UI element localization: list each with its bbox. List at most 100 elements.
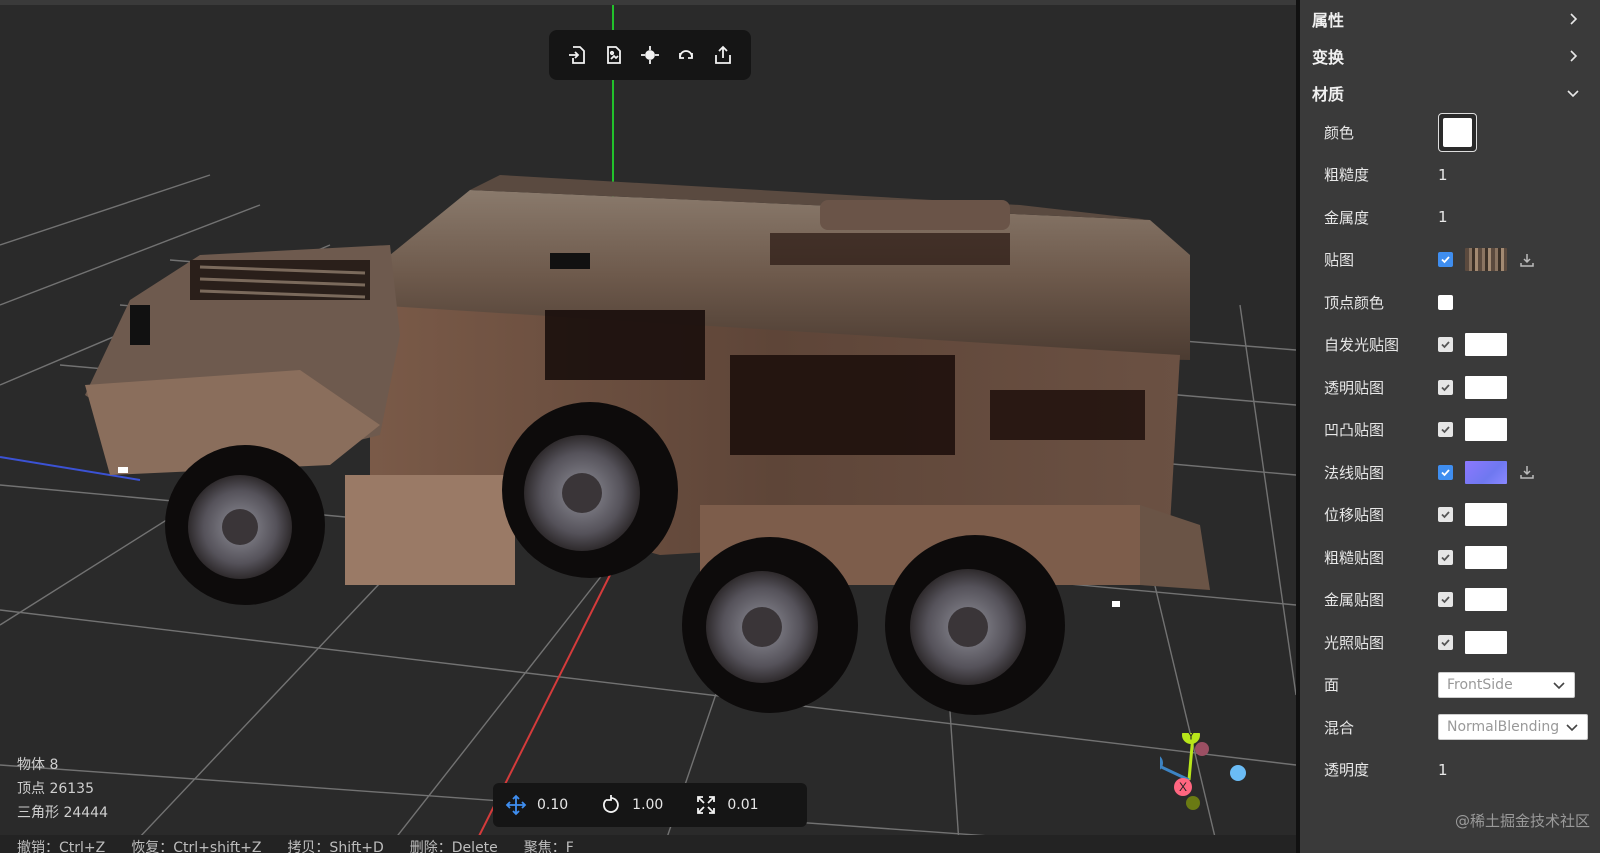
- shortcut-focus: 聚焦：F: [523, 839, 574, 853]
- rotate-snap-value[interactable]: 1.00: [632, 797, 663, 813]
- color-picker[interactable]: [1438, 112, 1477, 152]
- wheel-middle: [502, 402, 678, 578]
- chevron-down-icon: [1566, 724, 1578, 732]
- displacement-map-swatch[interactable]: [1465, 503, 1507, 527]
- export-image-icon[interactable]: [600, 41, 628, 69]
- normal-map-thumbnail[interactable]: [1465, 460, 1507, 484]
- rotate-icon[interactable]: [600, 794, 622, 816]
- map-label: 贴图: [1324, 251, 1355, 270]
- shortcut-undo: 撤销：Ctrl+Z: [17, 839, 106, 853]
- shortcut-bar: 撤销：Ctrl+Z 恢复：Ctrl+shift+Z 拷贝：Shift+D 删除：…: [0, 835, 1296, 853]
- emissive-map-swatch[interactable]: [1465, 333, 1507, 357]
- blending-select[interactable]: NormalBlending: [1438, 714, 1588, 741]
- roughness-label: 粗糙度: [1324, 166, 1370, 185]
- side-label: 面: [1324, 676, 1340, 695]
- roughness-map-swatch[interactable]: [1465, 545, 1507, 569]
- metalness-map-checkbox[interactable]: [1438, 592, 1453, 608]
- shortcut-redo: 恢复：Ctrl+shift+Z: [131, 839, 262, 853]
- axis-gizmo[interactable]: Y Z X: [1145, 726, 1270, 833]
- scale-icon[interactable]: [695, 794, 717, 816]
- emissive-map-label: 自发光贴图: [1324, 336, 1400, 355]
- light-map-label: 光照贴图: [1324, 633, 1385, 652]
- bump-map-label: 凹凸贴图: [1324, 421, 1385, 440]
- shortcut-delete: 删除：Delete: [409, 839, 498, 853]
- properties-panel: 属性 变换 材质 颜色 粗糙度 1 金属度 1 贴图 顶点颜色 自发光贴图 透明…: [1300, 0, 1600, 853]
- prop-displacement-map: 位移贴图: [1300, 494, 1600, 537]
- metalness-map-label: 金属贴图: [1324, 591, 1385, 610]
- blending-select-value: NormalBlending: [1447, 719, 1560, 736]
- import-icon[interactable]: [563, 41, 591, 69]
- translate-group[interactable]: 0.10: [505, 794, 568, 816]
- section-material[interactable]: 材质: [1300, 74, 1600, 111]
- roughness-map-checkbox[interactable]: [1438, 549, 1453, 565]
- prop-vertex-colors: 顶点颜色: [1300, 281, 1600, 324]
- roughness-map-label: 粗糙贴图: [1324, 548, 1385, 567]
- move-icon[interactable]: [505, 794, 527, 816]
- vertex-colors-label: 顶点颜色: [1324, 293, 1385, 312]
- scene-stats: 物体 8 顶点 26135 三角形 24444: [17, 753, 108, 825]
- side-select[interactable]: FrontSide: [1438, 671, 1575, 698]
- share-icon[interactable]: [709, 41, 737, 69]
- map-texture-thumbnail[interactable]: [1465, 248, 1507, 272]
- scale-snap-value[interactable]: 0.01: [727, 797, 758, 813]
- chevron-right-icon: [1570, 49, 1578, 62]
- emissive-map-checkbox[interactable]: [1438, 337, 1453, 353]
- z-handle: [1145, 754, 1163, 772]
- section-transform-title: 变换: [1312, 47, 1345, 67]
- light-map-swatch[interactable]: [1465, 630, 1507, 654]
- neg-y-handle: [1186, 796, 1200, 810]
- x-axis-label: X: [1179, 780, 1187, 794]
- roughness-value[interactable]: 1: [1438, 166, 1448, 184]
- bump-map-checkbox[interactable]: [1438, 422, 1453, 438]
- chevron-down-icon: [1553, 682, 1565, 689]
- metalness-value[interactable]: 1: [1438, 208, 1448, 226]
- prop-emissive-map: 自发光贴图: [1300, 324, 1600, 367]
- bump-map-swatch[interactable]: [1465, 418, 1507, 442]
- prop-metalness-map: 金属贴图: [1300, 579, 1600, 622]
- wheel-front: [165, 445, 325, 605]
- wheel-rear-1: [682, 537, 858, 713]
- prop-side: 面 FrontSide: [1300, 664, 1600, 707]
- normal-map-checkbox[interactable]: [1438, 464, 1453, 480]
- displacement-map-label: 位移贴图: [1324, 506, 1385, 525]
- section-transform[interactable]: 变换: [1300, 37, 1600, 74]
- alpha-map-checkbox[interactable]: [1438, 379, 1453, 395]
- light-map-checkbox[interactable]: [1438, 634, 1453, 650]
- transform-toolbar: 0.10 1.00 0.01: [493, 783, 807, 827]
- translate-snap-value[interactable]: 0.10: [537, 797, 568, 813]
- scale-group[interactable]: 0.01: [695, 794, 759, 816]
- section-properties-title: 属性: [1312, 10, 1345, 30]
- shortcut-copy: 拷贝：Shift+D: [287, 839, 384, 853]
- opacity-label: 透明度: [1324, 761, 1370, 780]
- vertex-colors-checkbox[interactable]: [1438, 294, 1453, 310]
- prop-metalness: 金属度 1: [1300, 196, 1600, 239]
- alpha-map-swatch[interactable]: [1465, 375, 1507, 399]
- prop-roughness: 粗糙度 1: [1300, 154, 1600, 197]
- vertices-count: 顶点 26135: [17, 781, 94, 797]
- metalness-label: 金属度: [1324, 208, 1370, 227]
- prop-map: 贴图: [1300, 239, 1600, 282]
- objects-count: 物体 8: [17, 757, 59, 773]
- rotate-group[interactable]: 1.00: [600, 794, 663, 816]
- reset-icon[interactable]: [672, 41, 700, 69]
- blending-label: 混合: [1324, 718, 1355, 737]
- focus-icon[interactable]: [636, 41, 664, 69]
- download-icon[interactable]: [1519, 464, 1535, 480]
- neg-x-handle: [1195, 742, 1209, 756]
- wheel-rear-2: [885, 535, 1065, 715]
- 3d-viewport[interactable]: 物体 8 顶点 26135 三角形 24444 0.10 1.00 0.01 Y…: [0, 0, 1296, 853]
- triangles-count: 三角形 24444: [17, 805, 108, 821]
- section-properties[interactable]: 属性: [1300, 0, 1600, 37]
- prop-alpha-map: 透明贴图: [1300, 366, 1600, 409]
- map-checkbox[interactable]: [1438, 252, 1453, 268]
- normal-map-label: 法线贴图: [1324, 463, 1385, 482]
- opacity-value[interactable]: 1: [1438, 761, 1448, 779]
- metalness-map-swatch[interactable]: [1465, 588, 1507, 612]
- top-toolbar: [549, 30, 751, 80]
- prop-light-map: 光照贴图: [1300, 621, 1600, 664]
- displacement-map-checkbox[interactable]: [1438, 507, 1453, 523]
- section-material-title: 材质: [1312, 84, 1345, 104]
- prop-opacity: 透明度 1: [1300, 749, 1600, 792]
- download-icon[interactable]: [1519, 252, 1535, 268]
- scene-canvas[interactable]: [0, 5, 1296, 853]
